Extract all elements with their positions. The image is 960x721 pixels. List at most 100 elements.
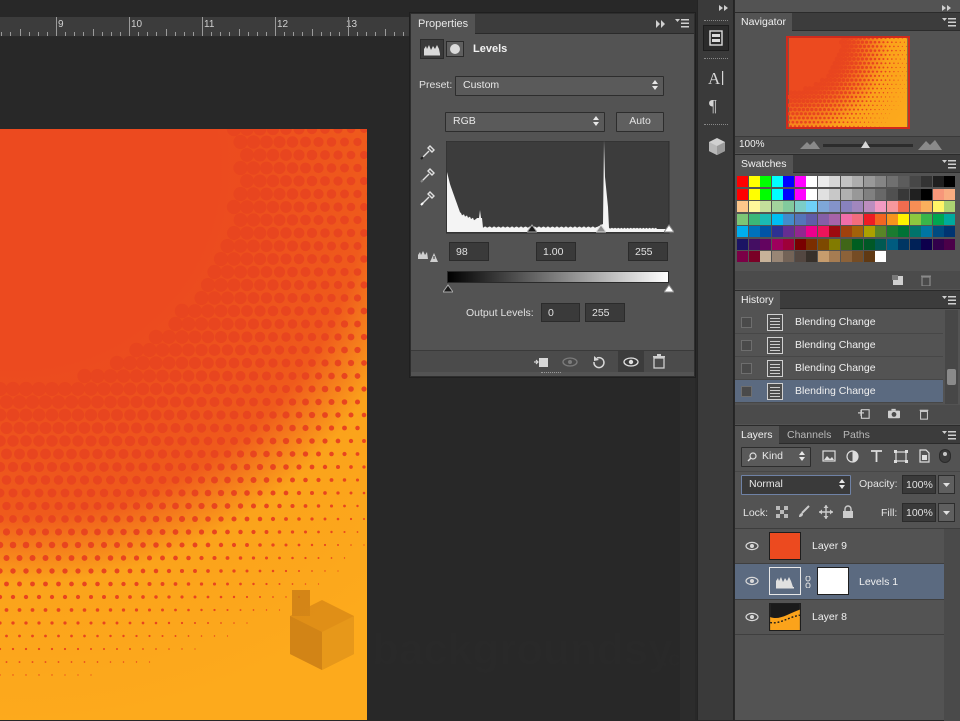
swatch[interactable] <box>898 239 909 250</box>
swatch[interactable] <box>806 226 817 237</box>
tab-navigator[interactable]: Navigator <box>735 13 792 32</box>
swatch[interactable] <box>772 214 783 225</box>
gray-point-eyedropper-icon[interactable] <box>420 167 436 183</box>
view-previous-state-icon[interactable] <box>561 356 579 368</box>
swatch[interactable] <box>875 214 886 225</box>
collapse-icon[interactable] <box>718 4 730 12</box>
fill-dropdown-button[interactable] <box>938 503 955 522</box>
swatch[interactable] <box>783 189 794 200</box>
swatch[interactable] <box>829 251 840 262</box>
swatch[interactable] <box>783 226 794 237</box>
swatch[interactable] <box>933 189 944 200</box>
history-item[interactable]: Blending Change <box>735 311 943 334</box>
history-brush-checkbox[interactable] <box>741 340 752 351</box>
swatch[interactable] <box>933 226 944 237</box>
canvas-scrollbar[interactable] <box>680 375 695 720</box>
swatch[interactable] <box>921 226 932 237</box>
input-white-field[interactable]: 255 <box>628 242 668 261</box>
swatch[interactable] <box>772 239 783 250</box>
swatch[interactable] <box>829 226 840 237</box>
swatch[interactable] <box>921 239 932 250</box>
swatch[interactable] <box>933 239 944 250</box>
swatch[interactable] <box>760 176 771 187</box>
swatch[interactable] <box>852 226 863 237</box>
input-gamma-slider[interactable] <box>596 224 606 233</box>
new-document-from-state-icon[interactable] <box>857 408 871 420</box>
swatch[interactable] <box>841 176 852 187</box>
swatch[interactable] <box>944 214 955 225</box>
layer-row[interactable]: Layer 9 <box>735 529 944 564</box>
swatch[interactable] <box>737 189 748 200</box>
swatch[interactable] <box>841 251 852 262</box>
swatch[interactable] <box>806 251 817 262</box>
visibility-eye-icon[interactable] <box>745 575 759 587</box>
swatch[interactable] <box>760 239 771 250</box>
swatch[interactable] <box>829 239 840 250</box>
resize-grip[interactable] <box>541 372 561 375</box>
swatch[interactable] <box>760 189 771 200</box>
history-scroll-thumb[interactable] <box>947 369 956 385</box>
swatch[interactable] <box>875 239 886 250</box>
swatch[interactable] <box>875 251 886 262</box>
swatch[interactable] <box>783 214 794 225</box>
swatch[interactable] <box>933 201 944 212</box>
swatch[interactable] <box>749 214 760 225</box>
swatch[interactable] <box>852 189 863 200</box>
swatch[interactable] <box>772 226 783 237</box>
swatch[interactable] <box>921 176 932 187</box>
swatch[interactable] <box>898 189 909 200</box>
swatch[interactable] <box>818 214 829 225</box>
swatch[interactable] <box>818 189 829 200</box>
swatch[interactable] <box>875 189 886 200</box>
levels-adjustment-icon[interactable] <box>420 39 444 59</box>
trash-icon[interactable] <box>917 408 931 420</box>
properties-panel-icon[interactable] <box>703 25 729 51</box>
layer-row[interactable]: Layer 8 <box>735 600 944 635</box>
history-item[interactable]: Blending Change <box>735 357 943 380</box>
output-white-field[interactable]: 255 <box>585 303 625 322</box>
swatch[interactable] <box>772 251 783 262</box>
swatch[interactable] <box>795 201 806 212</box>
paragraph-panel-icon[interactable]: ¶ <box>708 96 724 114</box>
input-white-slider[interactable] <box>664 224 674 233</box>
swatch[interactable] <box>760 214 771 225</box>
lock-position-move-icon[interactable] <box>819 505 833 519</box>
swatch[interactable] <box>749 251 760 262</box>
zoom-slider-thumb[interactable] <box>861 140 870 149</box>
history-brush-checkbox[interactable] <box>741 363 752 374</box>
opacity-dropdown-button[interactable] <box>938 475 955 494</box>
lock-all-icon[interactable] <box>842 505 854 519</box>
collapse-icon[interactable] <box>941 4 953 12</box>
swatch[interactable] <box>852 251 863 262</box>
swatch[interactable] <box>795 189 806 200</box>
swatch[interactable] <box>898 176 909 187</box>
swatch[interactable] <box>772 176 783 187</box>
swatch[interactable] <box>806 176 817 187</box>
swatch[interactable] <box>806 214 817 225</box>
swatch[interactable] <box>841 239 852 250</box>
swatch[interactable] <box>887 176 898 187</box>
swatch[interactable] <box>806 239 817 250</box>
layers-scrollbar[interactable] <box>944 529 960 721</box>
auto-button[interactable]: Auto <box>616 112 664 132</box>
layer-row-selected[interactable]: Levels 1 <box>735 564 944 600</box>
swatch[interactable] <box>806 189 817 200</box>
swatch[interactable] <box>818 176 829 187</box>
swatch[interactable] <box>944 226 955 237</box>
swatch[interactable] <box>806 201 817 212</box>
panel-menu-icon[interactable] <box>675 18 689 29</box>
visibility-eye-icon[interactable] <box>623 356 639 368</box>
history-brush-checkbox[interactable] <box>741 386 752 397</box>
input-black-field[interactable]: 98 <box>449 242 489 261</box>
swatch[interactable] <box>910 201 921 212</box>
swatch[interactable] <box>749 239 760 250</box>
swatch[interactable] <box>783 251 794 262</box>
swatch[interactable] <box>852 176 863 187</box>
output-white-slider[interactable] <box>664 284 674 293</box>
opacity-field[interactable]: 100% <box>902 475 936 494</box>
swatch[interactable] <box>887 201 898 212</box>
swatch[interactable] <box>944 239 955 250</box>
visibility-eye-icon[interactable] <box>745 540 759 552</box>
swatch[interactable] <box>944 176 955 187</box>
history-scrollbar[interactable] <box>945 310 958 404</box>
